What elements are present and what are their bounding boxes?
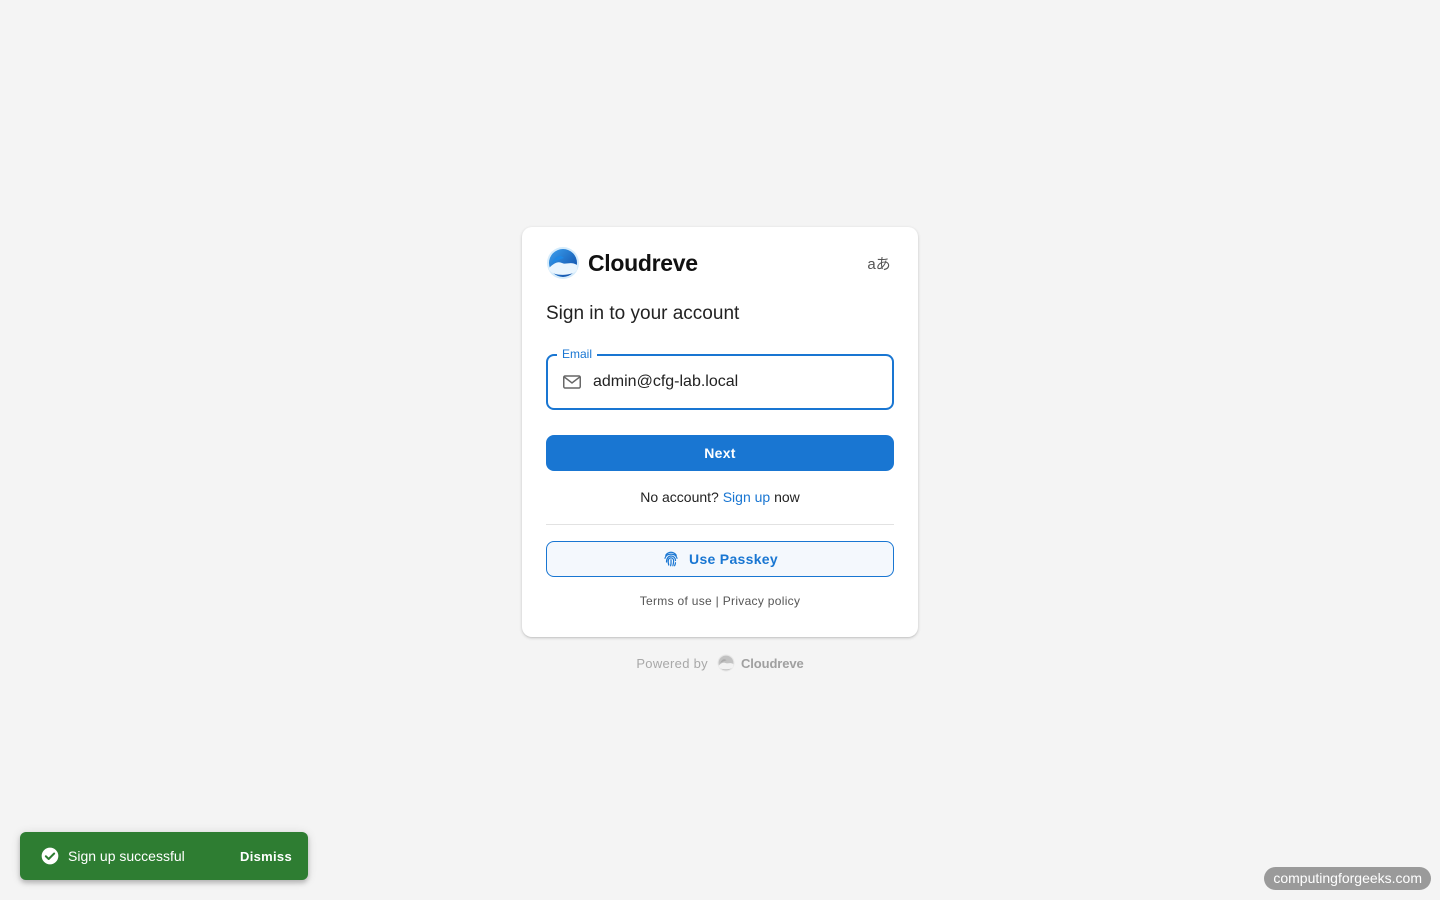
powered-by-text: Powered by bbox=[636, 655, 708, 671]
cloudreve-logo-icon bbox=[547, 247, 579, 279]
translate-icon: aあ bbox=[867, 255, 891, 273]
email-input[interactable] bbox=[593, 373, 873, 391]
signup-link[interactable]: Sign up bbox=[723, 489, 770, 505]
dismiss-button[interactable]: Dismiss bbox=[240, 849, 292, 864]
now-text: now bbox=[774, 489, 800, 505]
card-header: Cloudreve aあ bbox=[546, 245, 894, 281]
fingerprint-icon bbox=[662, 550, 680, 568]
email-field[interactable]: Email bbox=[546, 347, 894, 410]
use-passkey-button[interactable]: Use Passkey bbox=[546, 541, 894, 577]
divider bbox=[546, 524, 894, 525]
login-card: Cloudreve aあ Sign in to your account Ema… bbox=[522, 227, 918, 637]
language-button[interactable]: aあ bbox=[864, 249, 894, 277]
terms-of-use-link[interactable]: Terms of use bbox=[640, 594, 712, 608]
cloudreve-footer-logo-icon bbox=[717, 654, 735, 672]
check-circle-icon bbox=[40, 846, 60, 866]
legal-separator: | bbox=[715, 594, 720, 608]
email-label: Email bbox=[557, 347, 598, 361]
mail-icon bbox=[561, 371, 583, 393]
legal-links: Terms of use | Privacy policy bbox=[546, 594, 894, 608]
signup-prompt: No account? Sign up now bbox=[546, 489, 894, 505]
snackbar: Sign up successful Dismiss bbox=[20, 832, 308, 880]
watermark: computingforgeeks.com bbox=[1264, 867, 1431, 890]
snackbar-message: Sign up successful bbox=[68, 848, 185, 864]
page-title: Sign in to your account bbox=[546, 303, 740, 324]
use-passkey-label: Use Passkey bbox=[689, 551, 778, 567]
no-account-text: No account? bbox=[640, 489, 719, 505]
powered-by: Powered by Cloudreve bbox=[522, 654, 918, 672]
privacy-policy-link[interactable]: Privacy policy bbox=[723, 594, 801, 608]
brand-name: Cloudreve bbox=[588, 249, 698, 276]
powered-by-brand: Cloudreve bbox=[740, 655, 804, 671]
next-button[interactable]: Next bbox=[546, 435, 894, 471]
